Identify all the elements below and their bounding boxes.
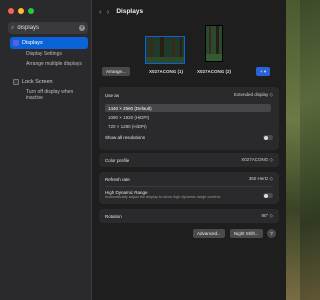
help-button[interactable]: ? bbox=[267, 229, 276, 238]
hdr-row: High Dynamic Range Automatically adjust … bbox=[105, 190, 273, 199]
search-input[interactable] bbox=[17, 25, 78, 31]
search-field[interactable]: ⌕ × bbox=[8, 22, 88, 34]
show-all-toggle[interactable] bbox=[263, 135, 273, 140]
forest-wallpaper-icon bbox=[206, 26, 222, 61]
divider bbox=[105, 186, 273, 187]
night-shift-button[interactable]: Night Shift... bbox=[230, 229, 263, 238]
show-all-label: Show all resolutions bbox=[105, 135, 146, 140]
resolution-option[interactable]: 720 × 1280 (HiDPI) bbox=[105, 122, 271, 130]
monitor-2-thumbnail[interactable] bbox=[205, 25, 223, 62]
use-as-row: Use as Extended display ◇ bbox=[105, 92, 273, 98]
sidebar-subitem-display-settings[interactable]: Display Settings bbox=[26, 51, 62, 57]
hdr-toggle[interactable] bbox=[263, 193, 273, 198]
advanced-button[interactable]: Advanced... bbox=[193, 229, 225, 238]
rotation-row: Rotation 90° ◇ bbox=[105, 213, 273, 219]
resolution-card: Use as Extended display ◇ 1440 × 2560 (D… bbox=[99, 87, 279, 150]
rotation-label: Rotation bbox=[105, 213, 122, 219]
forest-wallpaper-icon bbox=[146, 37, 184, 63]
resolution-option[interactable]: 1440 × 2560 (Default) bbox=[105, 104, 271, 112]
desktop-background bbox=[286, 0, 300, 300]
rotation-select[interactable]: 90° ◇ bbox=[261, 213, 273, 219]
refresh-hdr-card: Refresh rate 360 Hertz ◇ High Dynamic Ra… bbox=[99, 172, 279, 204]
sidebar-item-displays[interactable]: Displays bbox=[10, 37, 88, 49]
zoom-button[interactable] bbox=[28, 8, 34, 14]
use-as-select[interactable]: Extended display ◇ bbox=[234, 92, 273, 98]
monitor-2-label: X027ACONG (2) bbox=[197, 69, 232, 74]
monitor-1-thumbnail[interactable] bbox=[145, 36, 185, 64]
displays-pane: ‹ › Displays X027ACONG (1) X027ACONG (2)… bbox=[93, 0, 286, 300]
sidebar-subitem-arrange-displays[interactable]: Arrange multiple displays bbox=[26, 61, 82, 67]
system-settings-window: ⌕ × Displays Display Settings Arrange mu… bbox=[0, 0, 286, 300]
resolution-option[interactable]: 1080 × 1920 (HiDPI) bbox=[105, 113, 271, 121]
sidebar-item-lock-screen[interactable]: Lock Screen bbox=[10, 76, 88, 88]
forward-arrow-icon[interactable]: › bbox=[107, 7, 110, 16]
lock-screen-icon bbox=[13, 79, 19, 85]
color-profile-label: Color profile bbox=[105, 157, 130, 163]
page-title: Displays bbox=[116, 7, 144, 15]
magnifier-icon: ⌕ bbox=[11, 24, 15, 31]
hdr-description: Automatically adjust the display to show… bbox=[105, 195, 221, 199]
arrange-button[interactable]: Arrange... bbox=[102, 67, 130, 76]
refresh-rate-row: Refresh rate 360 Hertz ◇ bbox=[105, 176, 273, 182]
sidebar-item-label: Lock Screen bbox=[22, 79, 53, 85]
displays-icon bbox=[13, 40, 19, 46]
back-arrow-icon[interactable]: ‹ bbox=[99, 7, 102, 16]
show-all-resolutions-row: Show all resolutions bbox=[105, 135, 273, 140]
minimize-button[interactable] bbox=[18, 8, 24, 14]
window-controls bbox=[8, 8, 34, 14]
sidebar-item-label: Displays bbox=[22, 40, 43, 46]
color-profile-row: Color profile X027ACONG ◇ bbox=[105, 157, 273, 163]
titlebar: ‹ › Displays bbox=[93, 0, 286, 22]
refresh-rate-label: Refresh rate bbox=[105, 176, 130, 182]
use-as-label: Use as bbox=[105, 92, 120, 98]
refresh-rate-select[interactable]: 360 Hertz ◇ bbox=[249, 176, 273, 182]
color-profile-card: Color profile X027ACONG ◇ bbox=[99, 153, 279, 167]
monitor-1-label: X027ACONG (1) bbox=[149, 69, 184, 74]
clear-search-icon[interactable]: × bbox=[79, 25, 85, 31]
sidebar-subitem-turn-off-display[interactable]: Turn off display when inactive bbox=[26, 89, 84, 101]
close-button[interactable] bbox=[8, 8, 14, 14]
add-display-button[interactable]: + ▾ bbox=[256, 67, 271, 76]
rotation-card: Rotation 90° ◇ bbox=[99, 209, 279, 223]
sidebar: ⌕ × Displays Display Settings Arrange mu… bbox=[0, 0, 92, 300]
color-profile-select[interactable]: X027ACONG ◇ bbox=[241, 157, 273, 163]
